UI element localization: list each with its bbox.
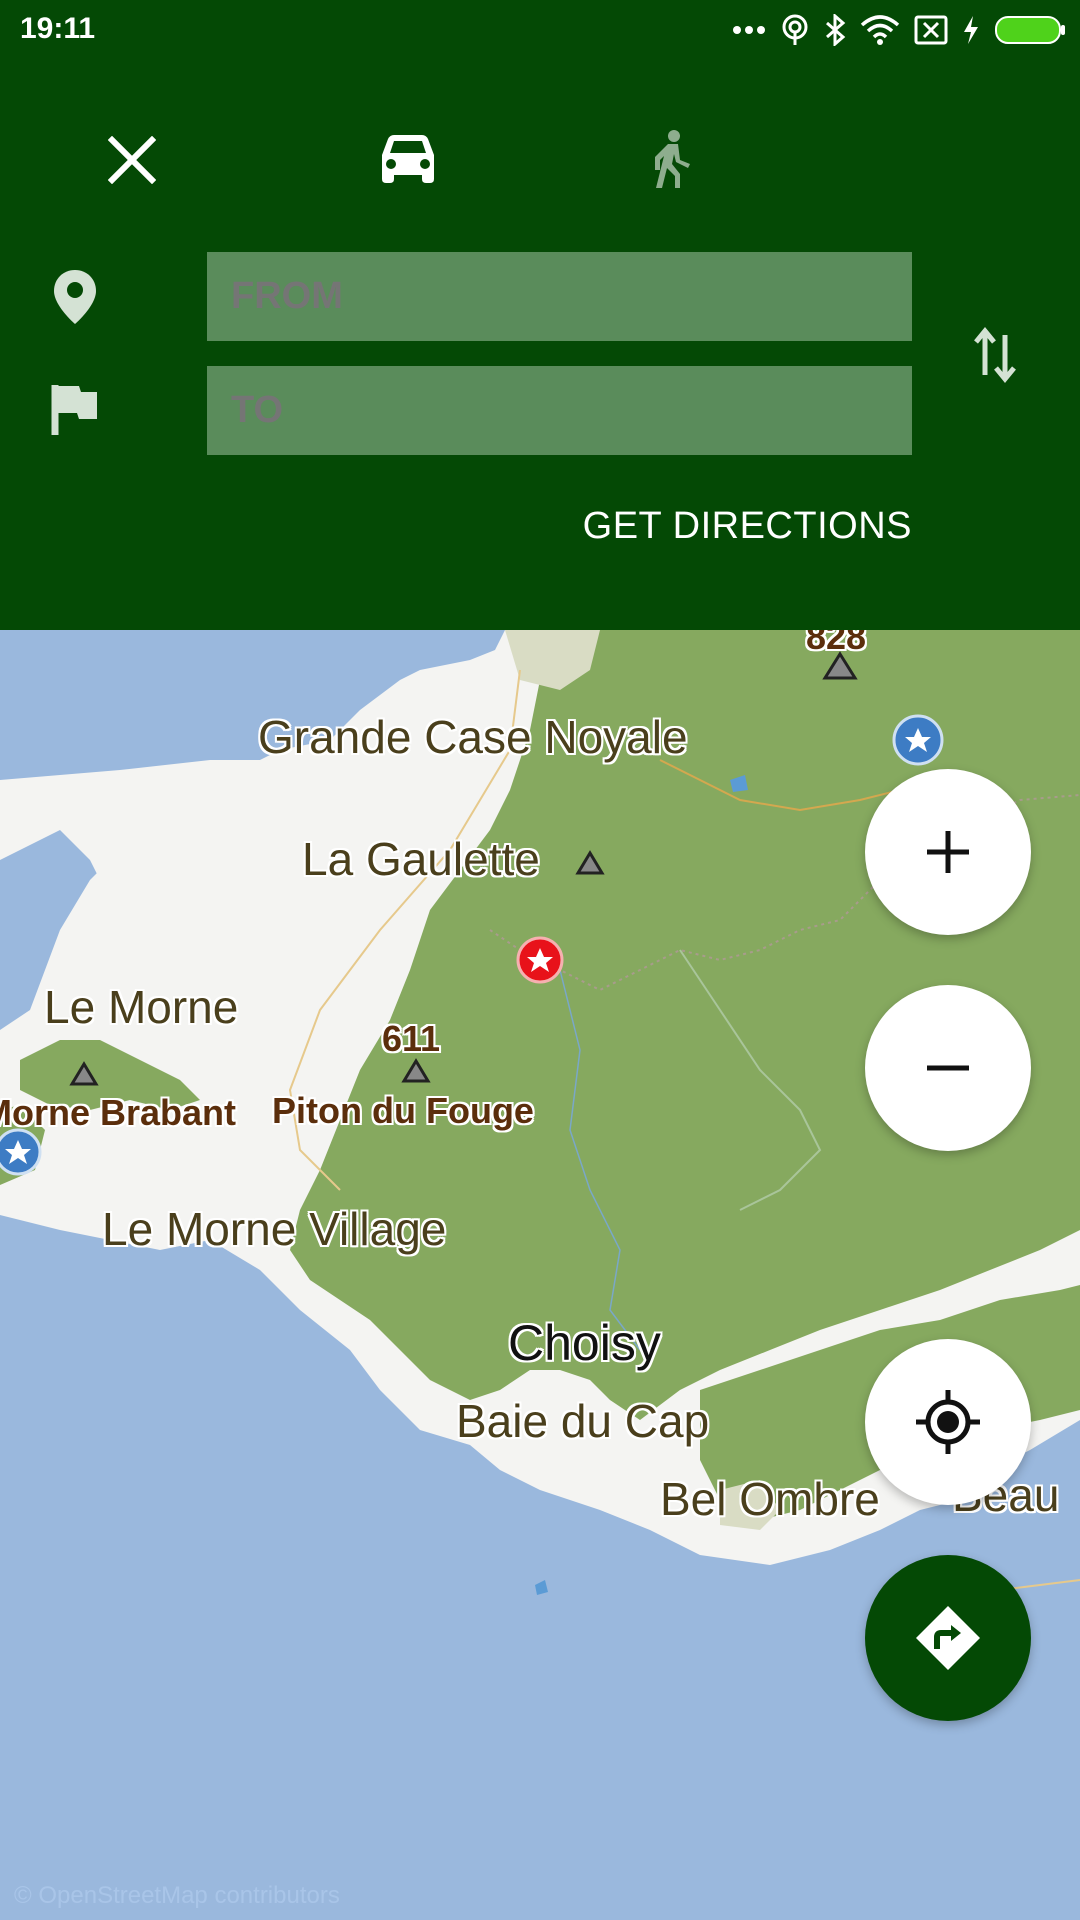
label-elevation-611: 611 xyxy=(382,1018,441,1059)
directions-panel: 19:11 FROM TO GET DIRECTIONS xyxy=(0,0,1080,630)
label-bel-ombre: Bel Ombre xyxy=(660,1473,880,1525)
directions-icon xyxy=(916,1606,980,1670)
walk-mode-button[interactable] xyxy=(622,110,722,210)
hotspot-icon xyxy=(782,14,808,45)
status-bar: 19:11 xyxy=(0,0,1080,60)
wifi-icon xyxy=(860,15,900,45)
to-input[interactable] xyxy=(207,366,912,455)
car-icon xyxy=(382,135,434,183)
close-icon xyxy=(108,136,156,184)
car-mode-button[interactable] xyxy=(358,110,458,210)
directions-fab[interactable] xyxy=(865,1555,1031,1721)
from-location-icon xyxy=(45,262,105,332)
status-icons xyxy=(732,12,1066,48)
swap-icon xyxy=(974,327,1016,383)
close-button[interactable] xyxy=(82,110,182,210)
label-la-gaulette: La Gaulette xyxy=(302,833,540,885)
zoom-out-button[interactable] xyxy=(865,985,1031,1151)
label-grande-case-noyale: Grande Case Noyale xyxy=(258,711,688,763)
from-input[interactable] xyxy=(207,252,912,341)
zoom-in-button[interactable] xyxy=(865,769,1031,935)
label-le-morne: Le Morne xyxy=(44,981,239,1033)
flag-icon xyxy=(51,385,97,435)
charging-icon xyxy=(964,16,978,44)
walk-icon xyxy=(655,130,690,188)
no-sim-icon xyxy=(914,15,948,45)
minus-icon xyxy=(927,1065,969,1071)
label-choisy: Choisy xyxy=(508,1315,661,1371)
to-location-icon xyxy=(45,375,105,445)
label-morne-brabant: Morne Brabant xyxy=(0,1092,237,1133)
map-attribution[interactable]: © OpenStreetMap contributors xyxy=(14,1882,340,1910)
label-piton-du-fouge: Piton du Fouge xyxy=(272,1090,534,1131)
battery-icon xyxy=(995,16,1065,44)
my-location-button[interactable] xyxy=(865,1339,1031,1505)
plus-icon xyxy=(927,831,969,873)
bluetooth-icon xyxy=(826,14,846,46)
place-pin-icon xyxy=(54,270,96,324)
more-dots-icon xyxy=(733,26,765,34)
status-time: 19:11 xyxy=(20,12,96,45)
get-directions-button[interactable]: GET DIRECTIONS xyxy=(583,505,912,548)
label-le-morne-village: Le Morne Village xyxy=(102,1203,447,1255)
label-elevation-828: 828 xyxy=(806,630,867,657)
label-baie-du-cap: Baie du Cap xyxy=(456,1395,710,1447)
location-target-icon xyxy=(916,1390,980,1454)
swap-button[interactable] xyxy=(965,320,1025,390)
